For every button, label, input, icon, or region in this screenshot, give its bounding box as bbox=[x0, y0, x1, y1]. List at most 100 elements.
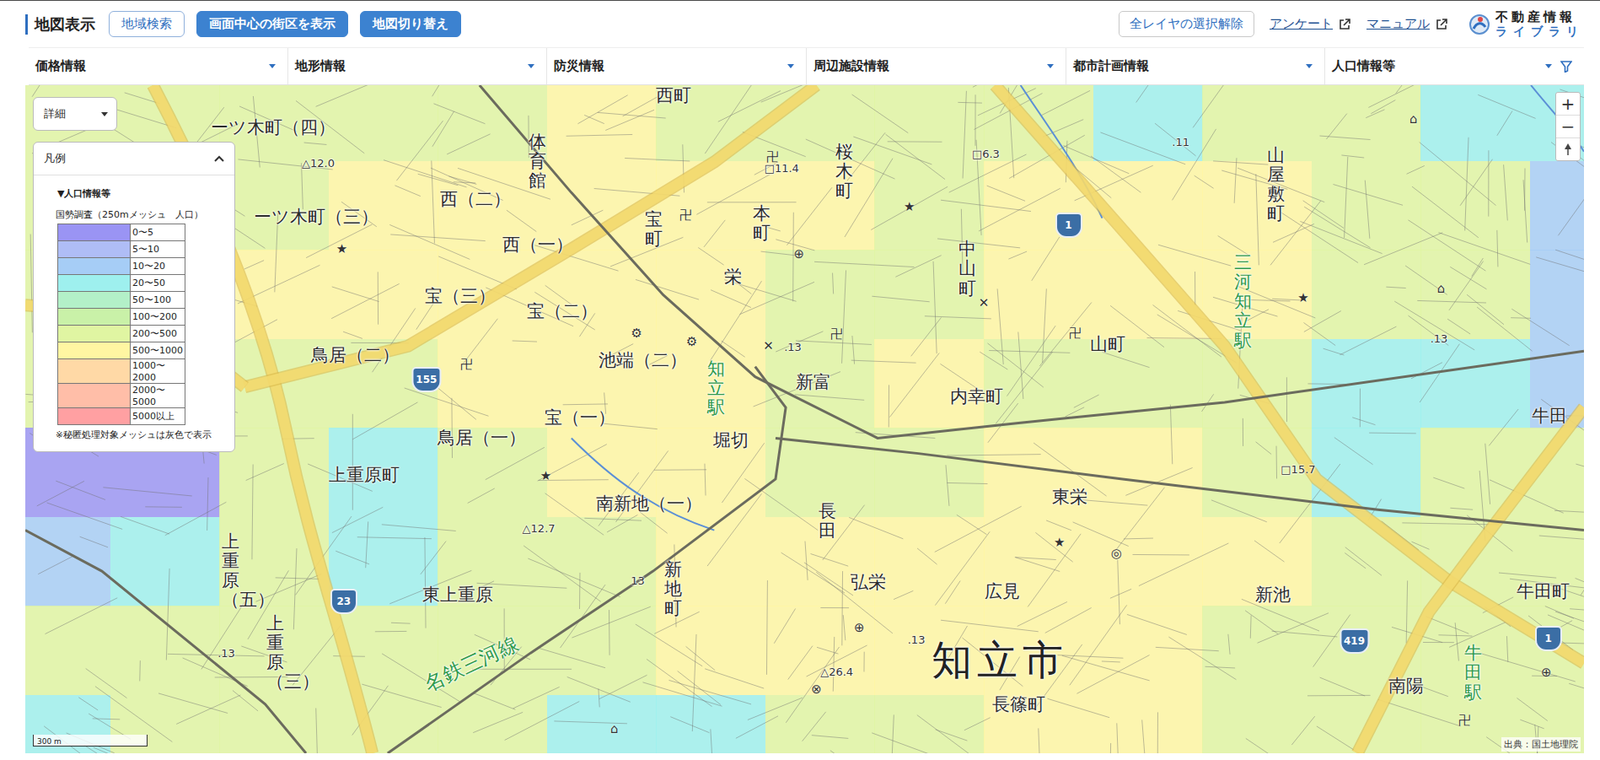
place-label: 西（一） bbox=[502, 232, 574, 257]
layer-menu[interactable]: 防災情報 bbox=[547, 48, 807, 85]
layer-menu[interactable]: 地形情報 bbox=[288, 48, 548, 85]
map-symbol: ⌂ bbox=[1437, 280, 1446, 296]
menu-label[interactable]: 周辺施設情報 bbox=[813, 58, 890, 75]
map-symbol: 卍 bbox=[830, 325, 843, 342]
map-symbol: ⚙ bbox=[686, 333, 698, 349]
header-button[interactable]: 地図切り替え bbox=[359, 10, 462, 38]
menu-label[interactable]: 地形情報 bbox=[295, 58, 346, 75]
map-symbol: 卍 bbox=[1068, 324, 1082, 341]
legend-label: 100〜200 bbox=[130, 308, 186, 326]
place-label: .13 bbox=[907, 633, 926, 646]
place-label: 南陽 bbox=[1388, 673, 1424, 698]
place-label: .13 bbox=[783, 340, 802, 354]
map-symbol: ⚙ bbox=[631, 325, 643, 341]
mesh-cell bbox=[1311, 85, 1422, 162]
route-shield: 419 bbox=[1339, 628, 1370, 654]
menu-label[interactable]: 防災情報 bbox=[553, 58, 605, 75]
mesh-cell bbox=[219, 427, 329, 517]
mesh-cell bbox=[765, 85, 876, 162]
mesh-cell bbox=[547, 694, 657, 753]
top-bar: 地図表示地域検索画面中心の街区を表示地図切り替え全レイヤの選択解除アンケートマニ… bbox=[25, 0, 1584, 48]
map-symbol: ⊗ bbox=[810, 681, 822, 697]
map-symbol: 卍 bbox=[679, 207, 693, 224]
mesh-cell bbox=[1420, 85, 1531, 162]
map-symbol: ✕ bbox=[978, 295, 990, 311]
map-symbol: ★ bbox=[540, 467, 552, 484]
legend-swatch bbox=[58, 274, 131, 292]
layer-menu[interactable]: 価格情報 bbox=[28, 48, 289, 85]
mesh-cell bbox=[328, 694, 439, 753]
menu-label[interactable]: 人口情報等 bbox=[1331, 58, 1396, 75]
place-label: △26.4 bbox=[820, 664, 854, 677]
mesh-cell bbox=[765, 249, 876, 339]
north-button[interactable] bbox=[1556, 138, 1580, 161]
mesh-cell bbox=[1202, 85, 1312, 162]
link-text[interactable]: マニュアル bbox=[1366, 16, 1430, 33]
place-label: 桜木町 bbox=[835, 142, 854, 201]
filter-icon bbox=[1560, 60, 1573, 73]
mesh-cell bbox=[1093, 516, 1203, 607]
place-label: 栄 bbox=[724, 264, 742, 289]
legend-swatch bbox=[58, 359, 131, 384]
logo-top: 不動産情報 bbox=[1495, 10, 1584, 25]
place-label: 本町 bbox=[752, 204, 771, 243]
site-logo[interactable]: 不動産情報ライブラリ bbox=[1468, 10, 1584, 39]
place-label: 新池 bbox=[1255, 582, 1291, 607]
legend-row: 10〜20 bbox=[58, 257, 186, 275]
chevron-up-icon bbox=[214, 155, 225, 162]
mesh-cell bbox=[1202, 249, 1312, 339]
detail-dropdown[interactable]: 詳細 bbox=[32, 96, 118, 131]
place-label: 宝（三） bbox=[424, 284, 496, 308]
legend-label: 20〜50 bbox=[130, 274, 186, 292]
legend-title[interactable]: 凡例 bbox=[43, 150, 66, 167]
dropdown-arrow-icon bbox=[1305, 64, 1313, 69]
mesh-cell bbox=[655, 249, 766, 339]
legend-label: 10〜20 bbox=[130, 257, 186, 275]
place-label: 鳥居（一） bbox=[437, 425, 527, 450]
place-label: 堀切 bbox=[713, 428, 749, 452]
mesh-cell bbox=[328, 249, 439, 339]
mesh-cell bbox=[547, 605, 657, 695]
place-label: 長田 bbox=[818, 501, 837, 541]
mesh-cell bbox=[1093, 605, 1203, 695]
header-link[interactable]: マニュアル bbox=[1366, 16, 1449, 33]
menu-label[interactable]: 都市計画情報 bbox=[1073, 58, 1149, 75]
place-label: 西（二） bbox=[440, 187, 511, 211]
place-label: 東栄 bbox=[1052, 484, 1088, 509]
place-label: 新富 bbox=[795, 370, 832, 394]
header-button[interactable]: 地域検索 bbox=[108, 10, 185, 38]
detail-label[interactable]: 詳細 bbox=[43, 106, 66, 122]
header-button[interactable]: 画面中心の街区を表示 bbox=[196, 10, 349, 38]
legend-row: 100〜200 bbox=[58, 308, 186, 326]
place-label: 上重原（五） bbox=[221, 531, 240, 610]
layer-menu[interactable]: 都市計画情報 bbox=[1066, 48, 1327, 85]
place-label: 牛田町 bbox=[1516, 579, 1570, 603]
mesh-cell bbox=[25, 516, 111, 607]
legend-swatch bbox=[58, 257, 131, 275]
legend-label: 0〜5 bbox=[130, 224, 186, 242]
mesh-cell bbox=[874, 161, 984, 251]
menu-right bbox=[1305, 64, 1313, 69]
map-symbol: ⌂ bbox=[610, 720, 619, 736]
menu-right bbox=[268, 64, 276, 69]
mesh-cell bbox=[547, 516, 657, 607]
place-label: 体育館 bbox=[528, 132, 547, 191]
map[interactable]: 卍卍卍卍卍卍⊕⊕⊕★★★★★✕✕◎⌂⌂⌂⚙⚙⊗西町ーツ木町（四）△12.0ーツ木… bbox=[25, 85, 1584, 753]
mesh-cell bbox=[655, 605, 766, 695]
place-label: 上重原町 bbox=[328, 462, 400, 487]
route-shield: 1 bbox=[1055, 212, 1083, 238]
link-text[interactable]: アンケート bbox=[1269, 16, 1333, 33]
clear-layers-button[interactable]: 全レイヤの選択解除 bbox=[1118, 10, 1255, 38]
legend-header[interactable]: 凡例 bbox=[33, 142, 235, 176]
layer-menu[interactable]: 周辺施設情報 bbox=[806, 48, 1067, 85]
place-label: △12.0 bbox=[301, 156, 335, 170]
zoom-out-button[interactable]: − bbox=[1556, 115, 1580, 139]
header-link[interactable]: アンケート bbox=[1269, 16, 1352, 33]
place-label: 三河知立駅 bbox=[1234, 252, 1252, 350]
map-symbol: ⊕ bbox=[853, 619, 865, 635]
place-label: .13 bbox=[217, 646, 236, 660]
layer-menu[interactable]: 人口情報等 bbox=[1325, 48, 1584, 85]
mesh-cell bbox=[219, 694, 329, 753]
zoom-in-button[interactable]: + bbox=[1556, 92, 1580, 116]
menu-label[interactable]: 価格情報 bbox=[35, 58, 86, 75]
